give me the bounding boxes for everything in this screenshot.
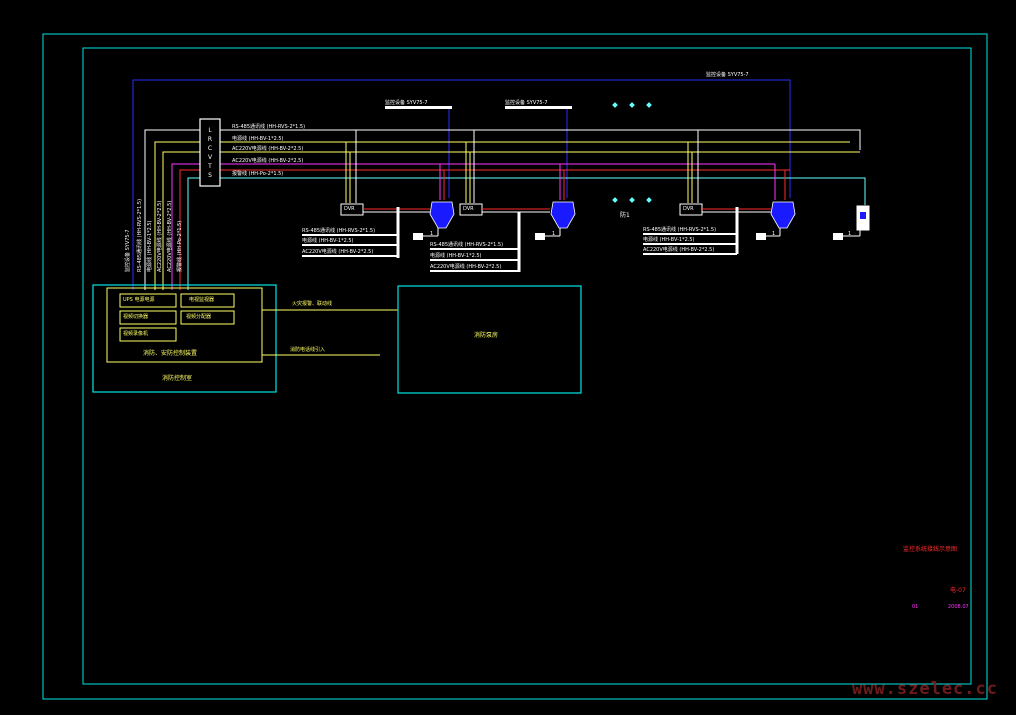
- bus-label-1: RS-485通讯线 (HH-RVS-2*1.5): [232, 124, 306, 130]
- group1-label-1: RS-485通讯线 (HH-RVS-2*1.5): [302, 228, 376, 234]
- node-number-1: 1: [430, 231, 434, 237]
- top-cable-label: 监控设备 SYV75-7: [706, 72, 749, 78]
- title-block-sheet: 01: [912, 604, 919, 610]
- zone-label: 防1: [620, 212, 630, 219]
- control-room-label: 消防控制室: [162, 375, 193, 382]
- device-drops: [345, 130, 786, 203]
- console-item-3: 视频切换器: [123, 314, 149, 320]
- console-label: 消防、安防控制装置: [143, 350, 198, 357]
- vertical-label-4: AC220V电源线 (HH-BV-2*2.5): [157, 200, 163, 272]
- bus-wires: [144, 129, 866, 290]
- node-number-3: 1: [772, 231, 776, 237]
- group2-label-2: 电源线 (HH-BV-1*2.5): [430, 253, 482, 259]
- title-block-drawing-no: 电-07: [950, 587, 966, 594]
- end-device-core: [860, 212, 866, 219]
- group3-label-2: 电源线 (HH-BV-1*2.5): [643, 237, 695, 243]
- console-item-1: UPS 电源电源: [123, 297, 155, 303]
- dvr-label-1: DVR: [344, 206, 355, 212]
- vertical-label-3: 电源线 (HH-BV-1*2.5): [147, 220, 153, 272]
- group1-label-2: 电源线 (HH-BV-1*2.5): [302, 238, 354, 244]
- console-item-4: 视频分配器: [186, 314, 212, 320]
- bus-label-5: 报警线 (HH-Po-2*1.5): [232, 171, 284, 177]
- camera-cable-bars: [385, 106, 572, 109]
- link-label-1: 火灾报警、联动线: [292, 301, 333, 307]
- group2-label-1: RS-485通讯线 (HH-RVS-2*1.5): [430, 242, 504, 248]
- bus-label-4: AC220V电源线 (HH-BV-2*2.5): [232, 158, 304, 164]
- bus-label-2: 电源线 (HH-BV-1*2.5): [232, 136, 284, 142]
- node-number-2: 1: [552, 231, 556, 237]
- camera-cable-label-2: 监控设备 SYV75-7: [505, 100, 548, 106]
- link-label-2: 消防电话线引入: [290, 347, 326, 353]
- schematic-canvas: [42, 33, 988, 700]
- node-wires: [423, 228, 861, 237]
- console-item-5: 视频录像机: [123, 331, 149, 337]
- dvr-label-3: DVR: [683, 206, 694, 212]
- title-block-date: 2008.07: [948, 604, 969, 610]
- camera-cable-label-1: 监控设备 SYV75-7: [385, 100, 428, 106]
- group3-label-3: AC220V电源线 (HH-BV-2*2.5): [643, 247, 715, 253]
- node-number-4: 1: [848, 231, 852, 237]
- vertical-label-6: 报警线 (HH-Po-2*1.5): [177, 220, 183, 272]
- console-item-2: 电视监视器: [189, 297, 215, 303]
- pump-room-box: [397, 285, 582, 394]
- group1-label-3: AC220V电源线 (HH-BV-2*2.5): [302, 249, 374, 255]
- bus-label-3: AC220V电源线 (HH-BV-2*2.5): [232, 146, 304, 152]
- dvr-label-2: DVR: [463, 206, 474, 212]
- watermark-text: www.szelec.cc: [851, 679, 998, 699]
- vertical-label-1: 监控设备 SYV75-7: [125, 229, 131, 272]
- vertical-label-5: AC220V电源线 (HH-BV-2*2.5): [167, 200, 173, 272]
- control-links: [262, 309, 398, 356]
- camera-devices: [429, 201, 796, 229]
- vertical-label-2: RS-485通讯线 (HH-RVS-2*1.5): [137, 198, 143, 272]
- pump-room-label: 消防泵房: [474, 332, 499, 339]
- group2-label-3: AC220V电源线 (HH-BV-2*2.5): [430, 264, 502, 270]
- title-block-title: 监控系统接线示意图: [903, 546, 958, 553]
- junction-box-label: L R C V T S: [207, 127, 213, 179]
- group3-label-1: RS-485通讯线 (HH-RVS-2*1.5): [643, 227, 717, 233]
- outer-frame: [42, 33, 988, 700]
